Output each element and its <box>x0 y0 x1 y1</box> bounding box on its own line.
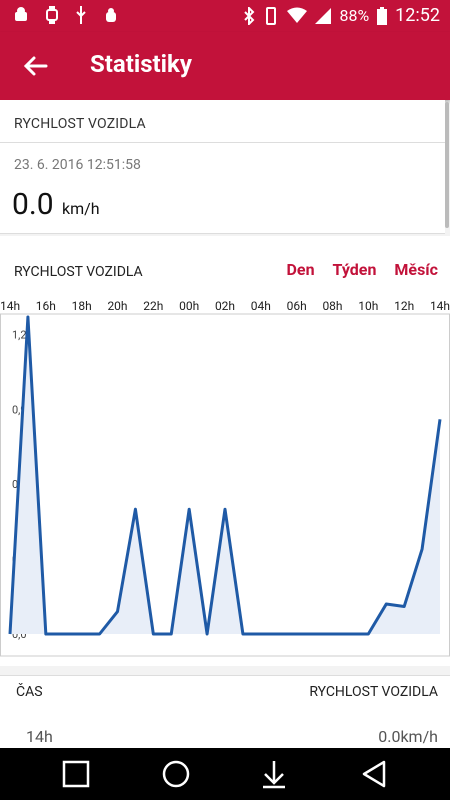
watch-icon <box>46 6 58 24</box>
row-speed: 0.0km/h <box>378 727 438 746</box>
x-tick-label: 04h <box>251 299 271 313</box>
chart-title: RYCHLOST VOZIDLA <box>14 264 143 280</box>
y-tick-label: 1,2 <box>12 328 27 341</box>
timestamp: 23. 6. 2016 12:51:58 <box>14 157 141 173</box>
table-row: 14h 0.0km/h <box>0 711 450 749</box>
x-tick-label: 22h <box>143 299 163 313</box>
bluetooth-icon <box>244 6 255 25</box>
app-bar: Statistiky <box>0 32 450 100</box>
table-header: ČAS RYCHLOST VOZIDLA <box>0 675 450 713</box>
x-tick-label: 14h <box>430 299 450 313</box>
tab-week[interactable]: Týden <box>333 260 377 279</box>
home-icon[interactable] <box>160 758 192 790</box>
android-icon <box>15 7 27 21</box>
current-speed-value: 0.0 <box>12 187 54 222</box>
signal-icon <box>315 7 332 24</box>
x-tick-label: 02h <box>215 299 235 313</box>
current-speed-card: 23. 6. 2016 12:51:58 0.0 km/h <box>0 143 445 234</box>
wifi-icon <box>287 7 308 23</box>
page-title: Statistiky <box>90 50 192 78</box>
back-arrow-icon[interactable] <box>20 50 52 82</box>
notifications-pull-icon[interactable] <box>258 758 290 790</box>
x-tick-label: 08h <box>322 299 342 313</box>
speed-unit: km/h <box>62 199 100 218</box>
battery-icon <box>377 6 388 25</box>
col-time-header: ČAS <box>16 684 43 700</box>
recents-icon[interactable] <box>60 758 92 790</box>
speed-chart[interactable]: 14h 16h 18h 20h 22h 00h 02h 04h 06h 08h 10h 12h 14h 1… <box>0 294 450 666</box>
x-tick-label: 12h <box>394 299 414 313</box>
back-icon[interactable] <box>358 758 390 790</box>
battery-percent: 88% <box>339 6 370 25</box>
x-tick-label: 10h <box>358 299 378 313</box>
bug-icon <box>106 8 116 22</box>
navigation-bar <box>0 748 450 800</box>
x-tick-label: 18h <box>72 299 92 313</box>
col-speed-header: RYCHLOST VOZIDLA <box>309 684 438 700</box>
period-tabs: Den Týden Měsíc <box>287 260 438 279</box>
tab-day[interactable]: Den <box>287 260 315 279</box>
area-fill <box>10 317 440 634</box>
tab-month[interactable]: Měsíc <box>394 260 438 279</box>
section-header: RYCHLOST VOZIDLA <box>0 100 445 143</box>
clock: 12:52 <box>395 5 440 26</box>
x-tick-label: 06h <box>287 299 307 313</box>
x-tick-label: 16h <box>36 299 56 313</box>
x-tick-label: 00h <box>179 299 199 313</box>
x-tick-label: 14h <box>0 299 20 313</box>
status-bar: 88% 12:52 <box>0 0 450 32</box>
chart-card: RYCHLOST VOZIDLA Den Týden Měsíc 14h 16h 1… <box>0 236 450 666</box>
usb-icon <box>76 6 86 24</box>
scrollbar[interactable] <box>445 102 449 228</box>
x-tick-label: 20h <box>107 299 127 313</box>
section-title: RYCHLOST VOZIDLA <box>14 116 146 132</box>
row-time: 14h <box>26 727 53 746</box>
vibrate-icon <box>266 6 277 25</box>
